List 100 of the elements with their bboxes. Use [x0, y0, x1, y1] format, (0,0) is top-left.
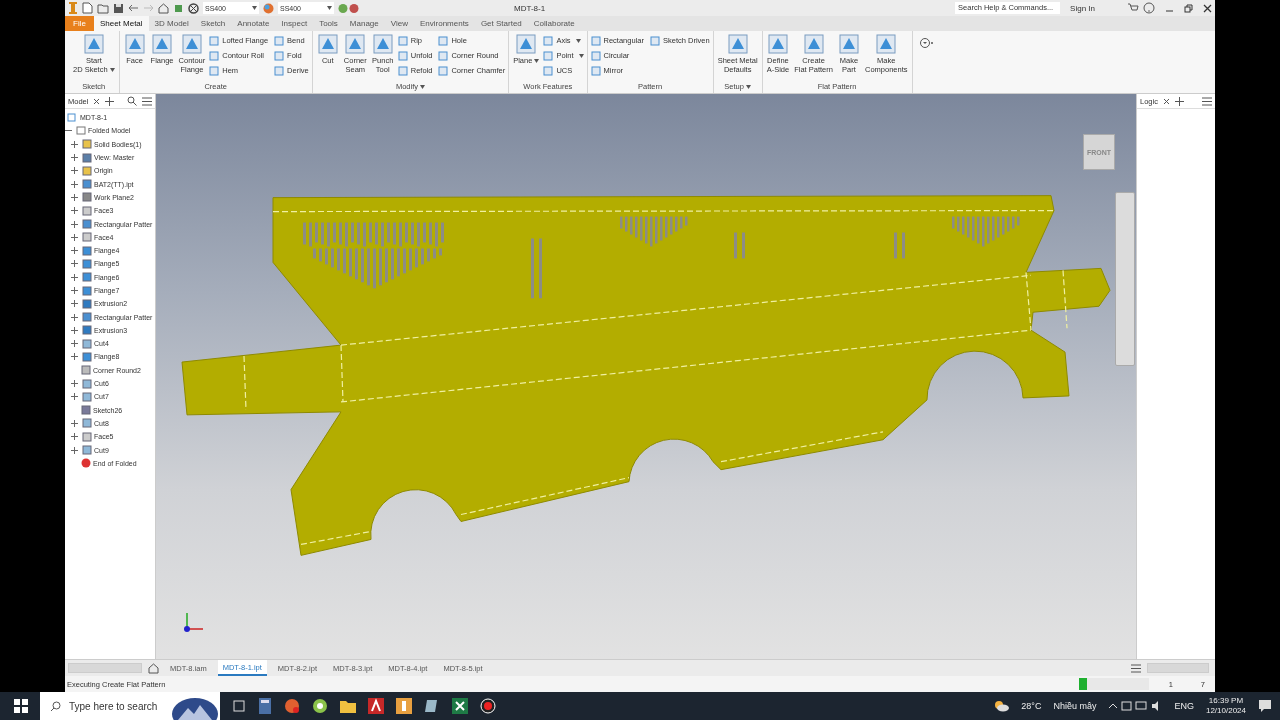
add-icon[interactable]: [1174, 96, 1184, 106]
feature-icon: [81, 365, 91, 376]
save-icon[interactable]: [113, 2, 124, 14]
expand-icon[interactable]: [71, 180, 78, 188]
expand-icon[interactable]: [71, 273, 78, 281]
start-icon[interactable]: [14, 699, 28, 713]
spreadsheet-icon[interactable]: [452, 698, 468, 714]
tool-icon: [649, 35, 660, 46]
feature-icon: [82, 445, 92, 456]
window-title: MDT-8-1: [514, 3, 546, 13]
ribbon-tab[interactable]: Sketch: [194, 16, 232, 31]
ribbon-tab[interactable]: Tools: [313, 16, 344, 31]
expand-icon[interactable]: [71, 446, 78, 454]
ribbon-tab[interactable]: 3D Model: [148, 16, 195, 31]
feature-icon: [82, 325, 92, 336]
weather-condition[interactable]: Nhiều mây: [1053, 701, 1097, 711]
tool-icon: [209, 65, 220, 76]
taskbar-search-field[interactable]: Type here to search: [40, 692, 220, 720]
scroll-bar[interactable]: [1147, 663, 1209, 673]
undo-icon[interactable]: [128, 3, 139, 13]
appearance-icon: [263, 2, 274, 14]
feature-icon: [82, 272, 92, 283]
tool-icon: [180, 33, 203, 55]
feature-icon: [82, 298, 92, 309]
expand-icon[interactable]: [71, 300, 78, 308]
update-icon[interactable]: [173, 2, 184, 14]
ribbon-tab[interactable]: Environments: [413, 16, 475, 31]
ribbon-tab[interactable]: Sheet Metal: [93, 16, 149, 31]
tool-icon: [151, 33, 174, 55]
weather-icon[interactable]: [993, 700, 1010, 712]
clock[interactable]: 16:39 PM 12/10/2024: [1205, 696, 1246, 716]
close-icon[interactable]: [93, 97, 101, 105]
expand-icon[interactable]: [71, 313, 78, 321]
expand-icon[interactable]: [71, 260, 78, 268]
expand-icon[interactable]: [71, 167, 78, 175]
cart-icon[interactable]: [1127, 3, 1139, 13]
expand-icon[interactable]: [71, 220, 78, 228]
expand-icon[interactable]: [71, 140, 78, 148]
close-icon[interactable]: [1162, 97, 1170, 105]
ribbon-tab[interactable]: Annotate: [231, 16, 276, 31]
input-language[interactable]: ENG: [1174, 701, 1194, 711]
restore-icon[interactable]: [1184, 3, 1193, 13]
expand-icon[interactable]: [71, 193, 78, 201]
record-icon[interactable]: [480, 698, 496, 714]
expand-icon[interactable]: [71, 353, 78, 361]
home-icon[interactable]: [148, 662, 159, 674]
search-icon[interactable]: [127, 96, 137, 106]
sign-in-button[interactable]: Sign In: [1070, 3, 1095, 13]
notification-icon[interactable]: [1258, 699, 1272, 713]
expand-icon[interactable]: [71, 207, 78, 215]
task-view-icon[interactable]: [232, 700, 246, 712]
expand-icon[interactable]: [71, 433, 78, 441]
expand-icon[interactable]: [71, 326, 78, 334]
tool-icon: [123, 33, 146, 55]
feature-icon: [82, 139, 92, 150]
caret-icon: [252, 6, 257, 10]
tool-icon: [543, 35, 554, 46]
open-folder-icon[interactable]: [97, 2, 109, 14]
tool-icon: [82, 33, 105, 55]
add-icon[interactable]: [105, 96, 115, 106]
tool-icon: [397, 50, 408, 61]
expand-icon[interactable]: [71, 287, 78, 294]
scroll-bar[interactable]: [68, 663, 142, 673]
calculator-icon[interactable]: [258, 698, 272, 714]
expand-icon[interactable]: [71, 340, 78, 348]
expand-icon[interactable]: [71, 233, 78, 241]
ribbon-tab[interactable]: Get Started: [474, 16, 528, 31]
panel-options-icon[interactable]: [918, 37, 935, 49]
help-icon[interactable]: [1143, 2, 1155, 14]
expand-icon[interactable]: [71, 380, 78, 388]
feature-icon: [82, 312, 92, 323]
ribbon-tab[interactable]: Collaborate: [527, 16, 581, 31]
menu-icon[interactable]: [1202, 96, 1212, 106]
tool-icon: [209, 50, 220, 61]
expand-icon[interactable]: [71, 154, 78, 162]
weather-temperature[interactable]: 28°C: [1021, 701, 1042, 711]
feature-icon: [82, 152, 92, 163]
ribbon-tab[interactable]: Manage: [343, 16, 385, 31]
tool-icon: [802, 33, 825, 55]
expand-icon[interactable]: [71, 247, 78, 255]
feature-icon: [82, 431, 92, 442]
folder-icon[interactable]: [340, 699, 356, 713]
app-icon[interactable]: [312, 698, 328, 714]
fx-icon[interactable]: [338, 2, 360, 14]
tool-icon: [875, 33, 898, 55]
ribbon-tab[interactable]: Inspect: [275, 16, 314, 31]
expand-icon[interactable]: [71, 393, 78, 401]
tool-icon: [274, 50, 285, 61]
menu-icon[interactable]: [1131, 663, 1141, 673]
app-icon[interactable]: [424, 698, 440, 714]
new-file-icon[interactable]: [82, 2, 93, 14]
error-icon: [81, 458, 91, 469]
caret-icon: [327, 6, 332, 10]
menu-icon[interactable]: [142, 96, 152, 106]
close-icon[interactable]: [1203, 3, 1212, 13]
tool-icon: [438, 50, 449, 61]
ribbon-tab[interactable]: View: [384, 16, 414, 31]
expand-icon[interactable]: [71, 419, 78, 427]
home-icon[interactable]: [158, 2, 169, 14]
feature-icon: [82, 232, 92, 243]
